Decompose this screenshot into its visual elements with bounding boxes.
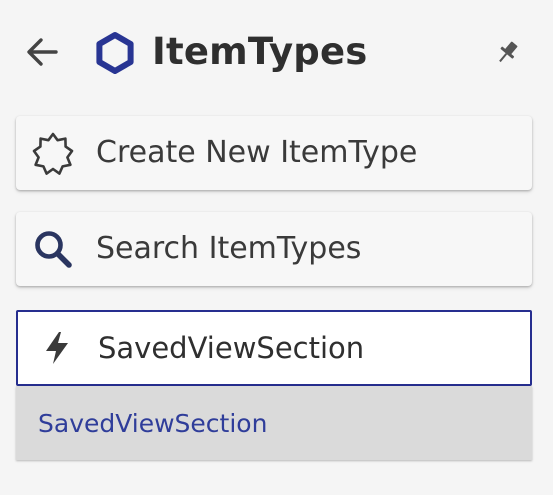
hexagon-icon	[92, 30, 138, 76]
itemtypes-panel: ItemTypes Create New ItemType Search Ite…	[0, 0, 553, 495]
autocomplete-list: SavedViewSection	[16, 386, 532, 460]
page-title: ItemTypes	[152, 30, 368, 73]
search-itemtypes-label: Search ItemTypes	[96, 231, 362, 266]
badge-outline-icon	[30, 130, 76, 176]
itemtype-filter-input[interactable]	[98, 322, 508, 374]
search-itemtypes-button[interactable]: Search ItemTypes	[16, 212, 532, 286]
autocomplete-option[interactable]: SavedViewSection	[16, 386, 532, 460]
pin-icon[interactable]	[492, 38, 522, 68]
autocomplete-option-label: SavedViewSection	[38, 409, 268, 438]
panel-header: ItemTypes	[0, 14, 553, 86]
search-icon	[30, 226, 76, 272]
create-itemtype-label: Create New ItemType	[96, 135, 418, 170]
itemtype-filter-field[interactable]	[16, 310, 532, 386]
arrow-left-icon[interactable]	[22, 32, 62, 72]
create-itemtype-button[interactable]: Create New ItemType	[16, 116, 532, 190]
lightning-bolt-icon	[40, 330, 74, 366]
